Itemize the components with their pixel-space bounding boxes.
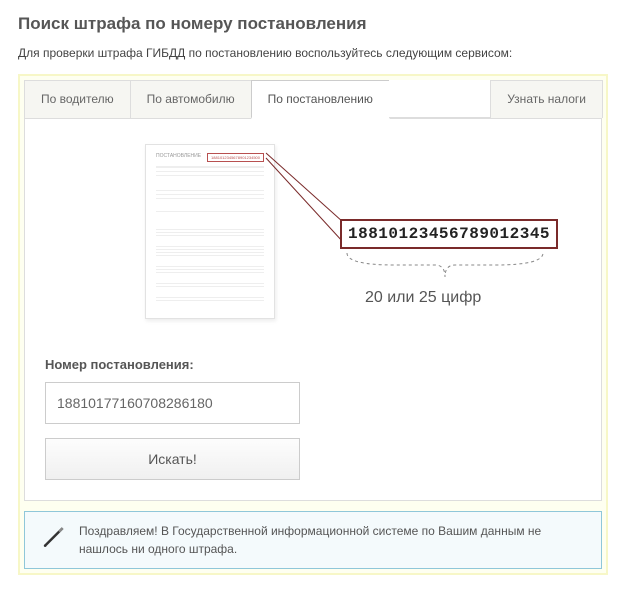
diagram-area: ПОСТАНОВЛЕНИЕ 1881012345678901234500 (45, 139, 581, 339)
uin-field-label: Номер постановления: (45, 357, 581, 372)
search-button[interactable]: Искать! (45, 438, 300, 480)
tab-by-car[interactable]: По автомобилю (130, 80, 252, 118)
main-container: По водителю По автомобилю По постановлен… (18, 74, 608, 575)
tab-row: По водителю По автомобилю По постановлен… (24, 80, 602, 119)
uin-sample: 18810123456789012345 (340, 219, 558, 249)
result-box: Поздравляем! В Государственной информаци… (24, 511, 602, 569)
doc-title: ПОСТАНОВЛЕНИЕ (156, 153, 201, 159)
curly-brace-icon (345, 251, 545, 281)
digits-hint: 20 или 25 цифр (365, 289, 481, 307)
document-mock: ПОСТАНОВЛЕНИЕ 1881012345678901234500 (145, 144, 275, 319)
page-title: Поиск штрафа по номеру постановления (18, 14, 608, 34)
tab-by-decree[interactable]: По постановлению (251, 80, 390, 119)
tab-taxes[interactable]: Узнать налоги (490, 80, 603, 118)
result-message: Поздравляем! В Государственной информаци… (79, 522, 587, 558)
pen-icon (39, 522, 67, 550)
content-panel: ПОСТАНОВЛЕНИЕ 1881012345678901234500 (24, 119, 602, 501)
tab-by-driver[interactable]: По водителю (24, 80, 131, 118)
page-description: Для проверки штрафа ГИБДД по постановлен… (18, 46, 608, 60)
doc-uin-highlight: 1881012345678901234500 (207, 153, 264, 162)
uin-input[interactable] (45, 382, 300, 424)
